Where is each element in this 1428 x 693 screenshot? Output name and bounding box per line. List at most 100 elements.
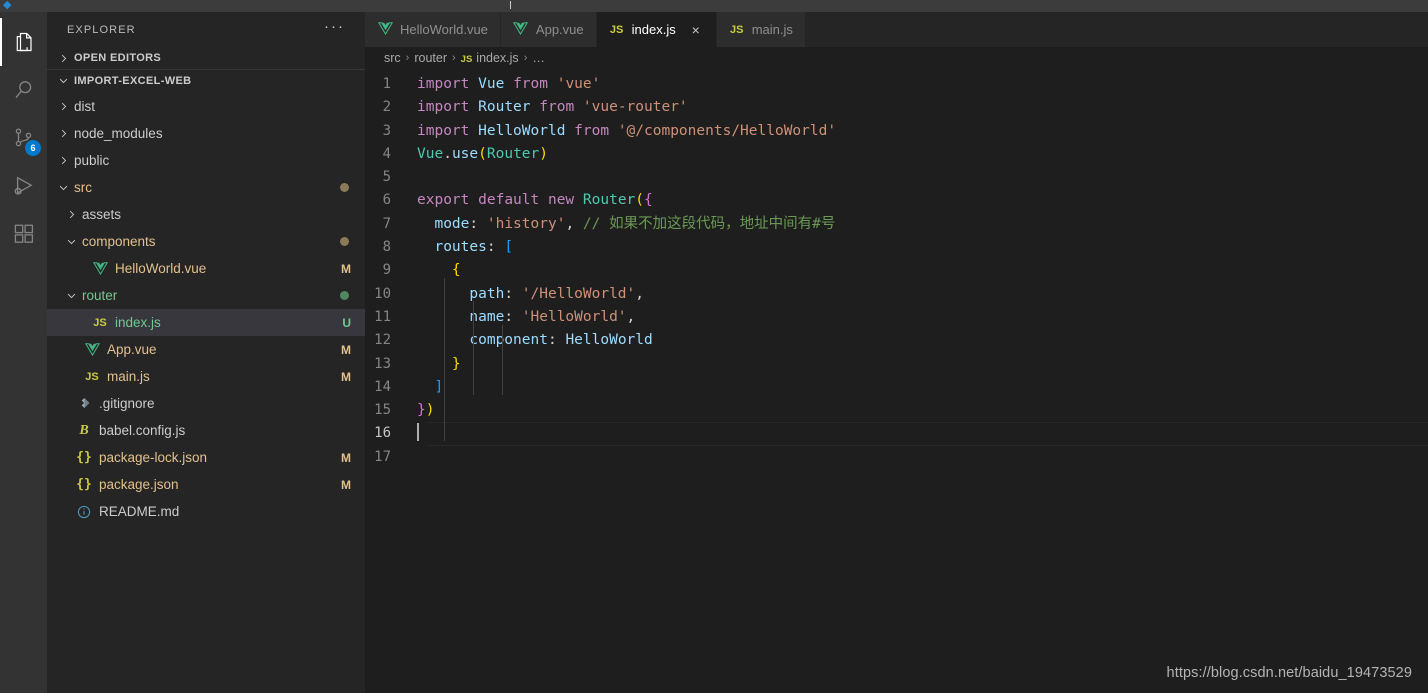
activity-bar-item-source-control[interactable]: 6 <box>0 114 47 162</box>
chevron-right-icon[interactable] <box>63 207 79 223</box>
code-editor[interactable]: 1 import Vue from 'vue' 2 import Router fro… <box>365 69 1428 693</box>
line-number: 17 <box>374 448 391 465</box>
tree-item-assets[interactable]: assets <box>47 201 365 228</box>
activity-bar-item-run-and-debug[interactable] <box>0 162 47 210</box>
workbench: 6 EXPLORER ··· OPEN EDITORS IMPORT-EXCEL… <box>0 12 1428 693</box>
code-text <box>417 422 419 445</box>
breadcrumb-item[interactable]: router <box>414 51 447 65</box>
editor-tab-app-vue[interactable]: App.vue <box>500 12 597 47</box>
activity-bar-item-explorer[interactable] <box>0 18 47 66</box>
code-token: { <box>451 262 461 279</box>
code-token: ) <box>539 145 548 162</box>
tree-item-app-vue[interactable]: App.vue M <box>47 336 365 363</box>
tree-item-label: dist <box>74 99 96 114</box>
sidebar-section-open-editors[interactable]: OPEN EDITORS <box>47 47 365 69</box>
tree-item-src[interactable]: src <box>47 174 365 201</box>
code-token: , <box>626 308 636 325</box>
tree-item-label: src <box>74 180 92 195</box>
tab-label: App.vue <box>535 22 584 37</box>
file-tree: dist node_modules public src assets component… <box>47 91 365 525</box>
editor-tab-main-js[interactable]: JS main.js <box>716 12 806 47</box>
tree-item-public[interactable]: public <box>47 147 365 174</box>
line-number: 9 <box>382 262 391 279</box>
code-line: 10 path: '/HelloWorld', <box>365 283 1428 306</box>
code-token: 'HelloWorld' <box>521 308 627 325</box>
code-line: 9 { <box>365 259 1428 282</box>
editor-tab-index-js[interactable]: JS index.js × <box>596 12 717 47</box>
chevron-down-icon[interactable] <box>63 288 79 304</box>
breadcrumb-label: router <box>414 51 447 65</box>
more-actions-icon[interactable]: ··· <box>324 19 345 38</box>
chevron-right-icon[interactable] <box>55 126 71 142</box>
line-number: 10 <box>374 285 391 302</box>
breadcrumb-item[interactable]: src <box>384 51 401 65</box>
line-number: 2 <box>382 99 391 116</box>
sidebar-section-project-root[interactable]: IMPORT-EXCEL-WEB <box>47 69 365 91</box>
code-token: path <box>469 285 505 302</box>
chevron-right-icon <box>55 50 71 66</box>
breadcrumb-item[interactable]: … <box>532 51 545 65</box>
code-token: . <box>443 145 452 162</box>
activity-bar-item-search[interactable] <box>0 66 47 114</box>
activity-bar-item-extensions[interactable] <box>0 210 47 258</box>
tabs-empty-space <box>805 12 1428 47</box>
file-icon-slot: {} <box>74 450 94 465</box>
git-status-badge: M <box>341 369 351 384</box>
tree-item-dist[interactable]: dist <box>47 93 365 120</box>
file-icon-slot <box>74 505 94 519</box>
line-number: 16 <box>374 425 391 442</box>
close-icon[interactable]: × <box>688 22 704 38</box>
tree-item-gitignore[interactable]: .gitignore <box>47 390 365 417</box>
watermark-text: https://blog.csdn.net/baidu_19473529 <box>1166 665 1412 681</box>
code-token: import <box>417 76 470 92</box>
code-token: , <box>635 285 645 302</box>
code-line: 11 name: 'HelloWorld', <box>365 306 1428 329</box>
chevron-right-icon[interactable] <box>55 99 71 115</box>
tree-item-babel-config-js[interactable]: Bbabel.config.js <box>47 417 365 444</box>
code-line: 6 export default new Router({ <box>365 189 1428 212</box>
tree-item-package-lock-json[interactable]: {} package-lock.json M <box>47 444 365 471</box>
breadcrumb-item[interactable]: JS index.js <box>461 51 519 65</box>
vue-file-icon <box>377 21 393 38</box>
code-token: '/HelloWorld' <box>521 285 636 302</box>
tree-item-package-json[interactable]: {} package.json M <box>47 471 365 498</box>
tree-item-main-js[interactable]: JS main.js M <box>47 363 365 390</box>
breadcrumb-label: src <box>384 51 401 65</box>
code-token: { <box>644 192 653 209</box>
tree-item-router[interactable]: router <box>47 282 365 309</box>
tree-item-components[interactable]: components <box>47 228 365 255</box>
code-line: 4 Vue.use(Router) <box>365 143 1428 166</box>
code-token: HelloWorld <box>565 332 653 349</box>
tree-item-node-modules[interactable]: node_modules <box>47 120 365 147</box>
chevron-down-icon[interactable] <box>55 180 71 196</box>
breadcrumb: src › router › JS index.js ›… <box>365 47 1428 69</box>
tree-item-index-js[interactable]: JS index.js U <box>47 309 365 336</box>
code-token: : <box>469 215 487 232</box>
file-icon-slot: {} <box>74 477 94 492</box>
breadcrumb-separator: › <box>452 52 456 64</box>
chevron-right-icon[interactable] <box>55 153 71 169</box>
tree-item-label: assets <box>82 207 122 222</box>
tree-item-readme-md[interactable]: README.md <box>47 498 365 525</box>
git-status-dot <box>340 237 349 246</box>
code-token: '@/components/HelloWorld' <box>617 122 837 139</box>
json-file-icon: {} <box>76 450 92 465</box>
section-label: OPEN EDITORS <box>74 52 162 64</box>
code-token: import <box>417 122 470 139</box>
code-text: import Vue from 'vue' <box>417 73 600 96</box>
js-file-icon: JS <box>85 370 99 383</box>
code-text: Vue.use(Router) <box>417 143 548 166</box>
js-file-icon: JS <box>729 23 744 36</box>
chevron-down-icon[interactable] <box>63 234 79 250</box>
editor-tab-helloworld-vue[interactable]: HelloWorld.vue <box>365 12 501 47</box>
code-token: from <box>539 99 575 116</box>
js-file-icon: JS <box>93 316 107 329</box>
tree-item-helloworld-vue[interactable]: HelloWorld.vue M <box>47 255 365 282</box>
